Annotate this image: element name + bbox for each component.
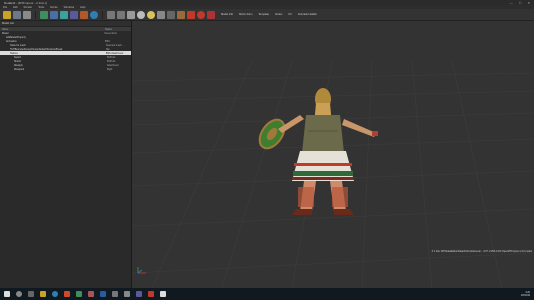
scale-icon[interactable] (60, 10, 68, 19)
undo-icon[interactable] (107, 10, 115, 19)
toolbar-label-template[interactable]: Template (258, 13, 269, 16)
clock-date: 1/5/2019 (520, 294, 530, 297)
cube-icon[interactable] (167, 10, 175, 19)
tree-row-status: SSPoint (106, 59, 116, 63)
settings-icon[interactable] (207, 10, 215, 19)
file-explorer-icon[interactable] (40, 291, 46, 297)
right-hand-mesh (372, 131, 378, 136)
tree-row-name: Animation (6, 39, 17, 43)
tree-row[interactable]: Node for mesh Selected mesh ... (0, 43, 131, 47)
column-status-header[interactable]: Status (105, 28, 112, 31)
close-button[interactable]: ✕ (527, 1, 530, 5)
viewport-scene[interactable] (132, 21, 534, 288)
tree-row-name: Shield (14, 59, 21, 63)
app-icon[interactable] (100, 291, 106, 297)
tree-row-status: Selected mesh ... (105, 43, 125, 47)
task-view-icon[interactable] (28, 291, 34, 297)
viewport-3d[interactable]: X 1 File: MTModelEditor\Data\Art\Units\G… (132, 21, 534, 288)
arrow-icon[interactable] (177, 10, 185, 19)
snap-icon[interactable] (70, 10, 78, 19)
app-icon[interactable] (160, 291, 166, 297)
toolbar-separator (102, 10, 103, 19)
grid-icon[interactable] (80, 10, 88, 19)
model-list-panel: Model List Name Status Model Scene Root … (0, 21, 132, 288)
tree-row-name: AddModelProperty (6, 35, 26, 39)
tree-row-status: Right (106, 67, 113, 71)
system-clock[interactable]: 4:20 1/5/2019 (521, 291, 534, 297)
toolbar-label-animation-editor[interactable]: Animation Editor (298, 13, 317, 16)
bulb-icon[interactable] (147, 10, 155, 19)
toolbar: Model Info Mirror Anim Template Vertex U… (0, 9, 534, 21)
tree-row-status: Scene Root (104, 31, 117, 35)
toolbar-label-mirror-anim[interactable]: Mirror Anim (239, 13, 252, 16)
app-icon[interactable] (112, 291, 118, 297)
tree-row-selected[interactable]: Helmet BSS Attachment (0, 51, 131, 55)
tree-row[interactable]: Animation BSS (0, 39, 131, 43)
skirt-stripe-dark (292, 177, 354, 180)
view-icon[interactable] (127, 10, 135, 19)
record-icon[interactable] (197, 10, 205, 19)
tree-row-status: Attachment (106, 63, 119, 67)
rotate-icon[interactable] (50, 10, 58, 19)
tree-row-status: BSS Attachment (105, 51, 124, 55)
app-icon[interactable] (136, 291, 142, 297)
app-icon[interactable] (124, 291, 130, 297)
save-icon[interactable] (13, 10, 21, 19)
toolbar-label-model-info[interactable]: Model Info (221, 13, 233, 16)
taskbar: 4:20 1/5/2019 (0, 288, 534, 300)
tree-row-name: Node for mesh (10, 43, 26, 47)
tree-row-status: SSPoint (106, 55, 116, 59)
toolbar-label-vertex[interactable]: Vertex (275, 13, 282, 16)
app-icon[interactable] (76, 291, 82, 297)
browser-icon[interactable] (52, 291, 58, 297)
tree-row-name: Helmet (10, 51, 18, 55)
tree-row-name: Model (2, 31, 9, 35)
stop-icon[interactable] (187, 10, 195, 19)
torso-armor-mesh (302, 115, 344, 153)
viewport-status-text: X 1 File: MTModelEditor\Data\Art\Units\G… (431, 250, 532, 253)
tree-row[interactable]: Weapon Attachment (0, 63, 131, 67)
tree-row-name: TMTBoundedGroupHumanDefaultTorsoAndHead (10, 47, 63, 51)
search-icon[interactable] (16, 291, 22, 297)
tree-row-name: Sword (14, 55, 21, 59)
window-title: RealEdit - [MTFmpoor - 2.11m.t] (4, 0, 47, 5)
globe-icon[interactable] (90, 10, 98, 19)
column-name-header[interactable]: Name (0, 28, 105, 31)
tree-row[interactable]: Shield SSPoint (0, 59, 131, 63)
minimize-button[interactable]: — (510, 1, 513, 5)
skirt-stripe-red (294, 163, 352, 166)
tree-row[interactable]: Model Scene Root (0, 31, 131, 35)
tree-row[interactable]: Sword SSPoint (0, 55, 131, 59)
redo-icon[interactable] (117, 10, 125, 19)
tree-row-status: BSS (105, 39, 110, 43)
app-icon[interactable] (88, 291, 94, 297)
start-icon[interactable] (4, 291, 10, 297)
toolbar-label-uv[interactable]: UV (288, 13, 292, 16)
tree-row[interactable]: Weapon2 Right (0, 67, 131, 71)
right-greave (332, 187, 348, 207)
camera-icon[interactable] (157, 10, 165, 19)
eye-icon[interactable] (137, 10, 145, 19)
column-header: Name Status (0, 27, 131, 31)
tree-row-name: Weapon2 (14, 67, 25, 71)
maximize-button[interactable]: ☐ (519, 1, 522, 5)
move-icon[interactable] (40, 10, 48, 19)
tree-row-name: Weapon (14, 63, 23, 67)
toolbar-separator (35, 10, 36, 19)
window-controls: — ☐ ✕ (510, 1, 534, 5)
tree-row-status: Skn (105, 47, 110, 51)
skirt-stripe-green (293, 171, 353, 176)
left-greave (298, 187, 314, 207)
open-icon[interactable] (3, 10, 11, 19)
tree-row[interactable]: TMTBoundedGroupHumanDefaultTorsoAndHead … (0, 47, 131, 51)
app-icon[interactable] (64, 291, 70, 297)
app-icon[interactable] (148, 291, 154, 297)
select-icon[interactable] (23, 10, 31, 19)
